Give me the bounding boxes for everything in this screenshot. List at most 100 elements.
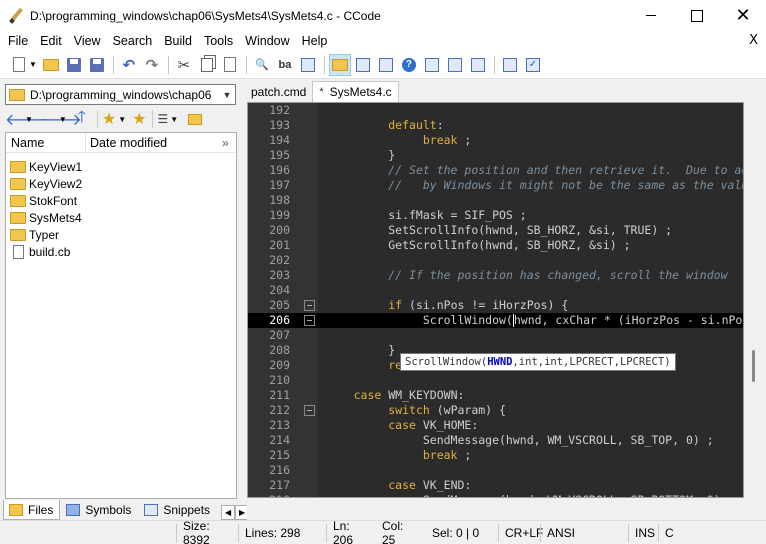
code-line[interactable]: 200 SetScrollInfo(hwnd, SB_HORZ, &si, TR… [248,223,743,238]
view-mode-dropdown-icon[interactable]: ▼ [170,115,178,124]
vertical-scrollbar[interactable] [744,102,766,498]
build-button[interactable] [444,54,466,76]
column-date-modified[interactable]: Date modified [86,136,222,150]
redo-button[interactable]: ↷ [141,54,163,76]
code-line[interactable]: 217 case VK_END: [248,478,743,493]
tab-symbols-label: Symbols [85,503,132,517]
copy-button[interactable] [196,54,218,76]
new-file-button[interactable] [8,54,30,76]
code-editor[interactable]: 192 193 default: 194 break ; 195 } 196 // Se… [247,102,744,498]
file-icon [13,244,24,259]
list-item[interactable]: Typer [10,226,236,243]
code-line[interactable]: 207 [248,328,743,343]
code-line[interactable]: 195 } [248,148,743,163]
code-line[interactable]: 193 default: [248,118,743,133]
list-item[interactable]: KeyView1 [10,158,236,175]
replace-button[interactable]: ba [274,54,296,76]
code-line[interactable]: 214 SendMessage(hwnd, WM_VSCROLL, SB_TOP… [248,433,743,448]
toggle-panel-button[interactable] [328,53,351,76]
open-button[interactable] [40,54,62,76]
new-file-dropdown-icon[interactable]: ▼ [29,60,37,69]
up-button[interactable]: 🡑 [73,106,91,133]
fold-marker-icon[interactable] [304,315,315,326]
undo-button[interactable]: ↶ [118,54,140,76]
more-columns-icon[interactable]: » [222,136,236,150]
find-button[interactable]: 🔍 [251,54,273,76]
add-favorite-button[interactable]: ★ [132,109,146,129]
back-dropdown-icon[interactable]: ▼ [25,115,33,124]
code-line[interactable]: 202 [248,253,743,268]
paste-button[interactable] [219,54,241,76]
column-name[interactable]: Name [6,132,86,153]
list-item[interactable]: build.cb [10,243,236,260]
list-item[interactable]: StokFont [10,192,236,209]
fold-marker-icon[interactable] [304,405,315,416]
star-add-icon: ★ [132,111,147,128]
find-in-files-button[interactable] [297,54,319,76]
list-button[interactable] [421,54,443,76]
menu-help[interactable]: Help [298,34,332,48]
code-line[interactable]: 194 break ; [248,133,743,148]
code-line[interactable]: 197 // by Windows it might not be the sa… [248,178,743,193]
panel-button[interactable] [352,54,374,76]
list-item[interactable]: KeyView2 [10,175,236,192]
window-button[interactable] [375,54,397,76]
menu-file[interactable]: File [4,34,32,48]
save-button[interactable] [63,54,85,76]
code-line[interactable]: 210 [248,373,743,388]
code-line[interactable]: 205 if (si.nPos != iHorzPos) { [248,298,743,313]
tab-symbols[interactable]: Symbols [60,500,138,520]
code-line[interactable]: 216 [248,463,743,478]
view-mode-button[interactable]: ☰ [157,112,168,126]
run-button[interactable] [467,54,489,76]
close-document-button[interactable]: X [749,33,758,48]
tile-button[interactable] [499,54,521,76]
favorites-button[interactable]: ★ [102,109,116,129]
menu-view[interactable]: View [70,34,105,48]
code-line[interactable]: 211 case WM_KEYDOWN: [248,388,743,403]
close-button[interactable]: ✕ [720,0,766,31]
code-line[interactable]: 198 [248,193,743,208]
favorites-dropdown-icon[interactable]: ▼ [118,115,126,124]
minimize-button[interactable] [628,0,674,31]
back-button[interactable]: 🡐 [5,109,48,130]
save-all-button[interactable] [86,54,108,76]
menu-window[interactable]: Window [241,34,293,48]
horizontal-scrollbar[interactable] [247,498,744,520]
code-line[interactable]: 204 [248,283,743,298]
tab-files[interactable]: Files [3,500,61,520]
fold-marker-icon[interactable] [304,300,315,311]
menu-build[interactable]: Build [160,34,196,48]
code-line[interactable]: 201 GetScrollInfo(hwnd, SB_HORZ, &si) ; [248,238,743,253]
tile-icon [502,57,517,72]
scroll-thumb[interactable] [752,350,755,382]
code-line[interactable]: 192 [248,103,743,118]
status-language[interactable]: C [658,523,688,542]
status-encoding[interactable]: ANSI [540,523,628,542]
new-folder-button[interactable] [188,113,203,125]
code-line[interactable]: 215 break ; [248,448,743,463]
list-item[interactable]: SysMets4 [10,209,236,226]
forward-button[interactable]: 🡒 [39,109,82,130]
cut-button[interactable]: ✂ [173,54,195,76]
help-button[interactable]: ? [398,54,420,76]
status-eol[interactable]: CR+LF [498,523,543,542]
path-combobox[interactable]: D:\programming_windows\chap06 ▼ [5,84,236,105]
menu-tools[interactable]: Tools [200,34,237,48]
maximize-button[interactable] [674,0,720,31]
chevron-down-icon[interactable]: ▼ [219,90,235,100]
tab-snippets[interactable]: Snippets [138,500,217,520]
menu-search[interactable]: Search [109,34,157,48]
check-button[interactable]: ✓ [522,54,544,76]
tab-patch-cmd[interactable]: patch.cmd [245,81,312,102]
tab-sysmets4-c[interactable]: * SysMets4.c [312,81,399,102]
code-line[interactable]: 203 // If the position has changed, scro… [248,268,743,283]
line-text: si.fMask = SIF_POS ; [319,208,527,222]
code-line[interactable]: 199 si.fMask = SIF_POS ; [248,208,743,223]
menu-edit[interactable]: Edit [36,34,66,48]
current-code-line[interactable]: 206 ScrollWindow(hwnd, cxChar * (iHorzPo… [248,313,743,328]
code-line[interactable]: 213 case VK_HOME: [248,418,743,433]
code-line[interactable]: 196 // Set the position and then retriev… [248,163,743,178]
forward-dropdown-icon[interactable]: ▼ [59,115,67,124]
code-line[interactable]: 212 switch (wParam) { [248,403,743,418]
